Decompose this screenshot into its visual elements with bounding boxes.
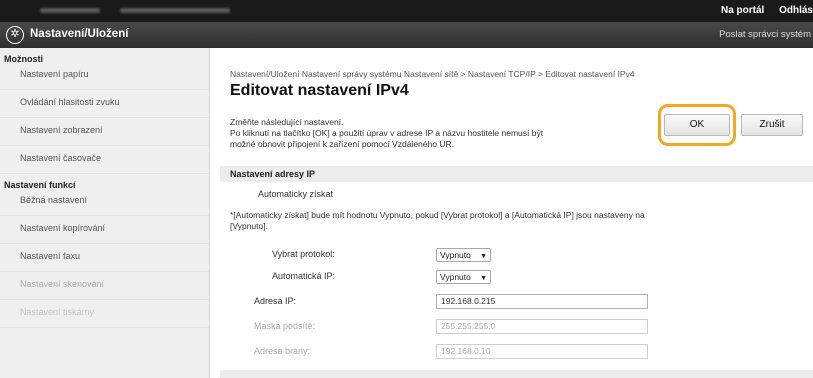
section-ip-address: Nastavení adresy IP — [220, 166, 813, 182]
sidebar-item-printer[interactable]: Nastavení tiskárny — [0, 300, 209, 328]
chevron-down-icon: ▼ — [480, 253, 487, 260]
main-content: Nastavení/Uložení Nastavení správy systé… — [220, 48, 813, 378]
ip-address-input[interactable]: 192.168.0.215 — [436, 294, 648, 309]
protocol-select[interactable]: Vypnuto ▼ — [436, 248, 491, 262]
send-to-admin-link[interactable]: Poslat správci systém — [719, 29, 811, 40]
sidebar-item-timer[interactable]: Nastavení časovače — [0, 146, 209, 174]
sidebar-item-scan[interactable]: Nastavení skenování — [0, 272, 209, 300]
ip-address-label: Adresa IP: — [254, 296, 297, 306]
sidebar-item-display[interactable]: Nastavení zobrazení — [0, 118, 209, 146]
subnet-mask-input[interactable]: 255.255.255.0 — [436, 319, 648, 334]
description-line: Změňte následující nastavení. — [230, 117, 344, 127]
sidebar-item-copy[interactable]: Nastavení kopírování — [0, 216, 209, 244]
blurred-text — [40, 8, 100, 13]
auto-ip-label: Automatická IP: — [272, 271, 336, 281]
gateway-label: Adresa brány: — [254, 346, 311, 356]
protocol-label: Vybrat protokol: — [272, 249, 335, 259]
description-line: možné obnovit připojení k zařízení pomoc… — [230, 139, 454, 149]
auto-obtain-note: *[Automaticky získat] bude mít hodnotu V… — [230, 210, 790, 232]
portal-link[interactable]: Na portál — [721, 5, 764, 16]
gateway-input[interactable]: 192.168.0.10 — [436, 344, 648, 359]
top-bar: Na portál Odhlás — [0, 0, 813, 22]
chevron-down-icon: ▼ — [480, 275, 487, 282]
blurred-text — [120, 8, 230, 13]
description-line: Po kliknutí na tlačítko [OK] a použití ú… — [230, 128, 544, 138]
sidebar-item-volume[interactable]: Ovládání hlasitosti zvuku — [0, 90, 209, 118]
ok-button[interactable]: OK — [664, 114, 730, 136]
subnet-mask-label: Maska podsítě: — [254, 321, 316, 331]
page-header: ✲ Nastavení/Uložení Poslat správci systé… — [0, 22, 813, 48]
sidebar: Možnosti Nastavení papíru Ovládání hlasi… — [0, 48, 210, 378]
auto-ip-select[interactable]: Vypnuto ▼ — [436, 270, 491, 284]
sidebar-item-common[interactable]: Běžná nastavení — [0, 188, 209, 216]
description: Změňte následující nastavení. Po kliknut… — [230, 117, 650, 150]
breadcrumb[interactable]: Nastavení/Uložení Nastavení správy systé… — [230, 69, 635, 79]
protocol-value: Vypnuto — [440, 250, 471, 260]
sidebar-item-fax[interactable]: Nastavení faxu — [0, 244, 209, 272]
auto-obtain-label: Automaticky získat — [258, 189, 334, 199]
page-title: Editovat nastavení IPv4 — [230, 82, 409, 99]
sidebar-section-functions: Nastavení funkcí — [4, 180, 76, 190]
gear-icon: ✲ — [6, 26, 24, 44]
note-line: [Vypnuto]. — [230, 221, 268, 231]
page-header-title: Nastavení/Uložení — [30, 28, 129, 40]
cancel-button[interactable]: Zrušit — [741, 114, 803, 136]
logout-link[interactable]: Odhlás — [779, 5, 813, 16]
sidebar-item-paper[interactable]: Nastavení papíru — [0, 62, 209, 90]
sidebar-section-options: Možnosti — [4, 54, 43, 64]
note-line: *[Automaticky získat] bude mít hodnotu V… — [230, 210, 645, 220]
auto-ip-value: Vypnuto — [440, 272, 471, 282]
next-section-header — [220, 370, 813, 378]
